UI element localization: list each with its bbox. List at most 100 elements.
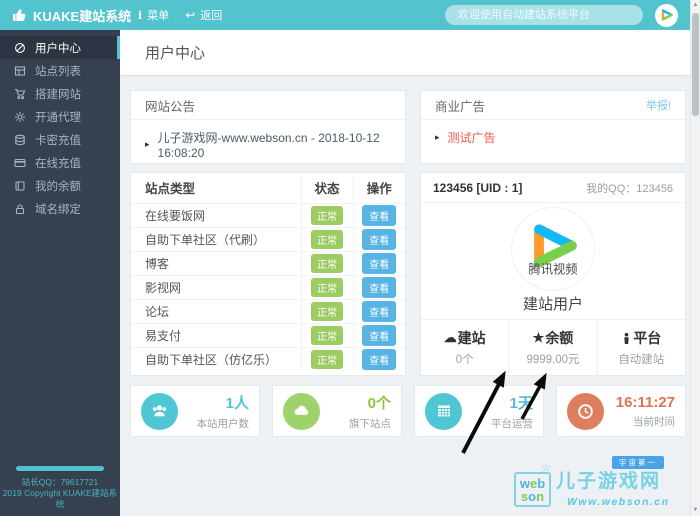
cart-icon bbox=[15, 88, 26, 99]
sidebar-item-card-recharge[interactable]: 卡密充值 bbox=[0, 128, 120, 151]
sidebar: 用户中心 站点列表 搭建网站 开通代理 卡密充值 在线充值 我的余额 域名绑定 … bbox=[0, 30, 120, 516]
ad-panel-header: 商业广告 举报! bbox=[421, 91, 685, 120]
sidebar-item-site-list[interactable]: 站点列表 bbox=[0, 59, 120, 82]
person-icon bbox=[624, 332, 630, 344]
status-badge: 正常 bbox=[311, 325, 343, 345]
sidebar-item-agent[interactable]: 开通代理 bbox=[0, 105, 120, 128]
status-badge: 正常 bbox=[311, 277, 343, 297]
card-label: 当前时间 bbox=[633, 415, 675, 428]
view-button[interactable]: 查看 bbox=[362, 252, 397, 274]
notice-panel: 网站公告 ▸ 儿子游戏网-www.webson.cn - 2018-10-12 … bbox=[130, 90, 406, 164]
sidebar-footer-bar bbox=[16, 466, 104, 471]
site-list-icon bbox=[14, 65, 26, 76]
table-row: 影视网 正常 查看 bbox=[131, 275, 405, 300]
search-input[interactable] bbox=[445, 5, 643, 25]
user-avatar-large[interactable]: 腾讯视频 bbox=[512, 208, 594, 290]
view-button[interactable]: 查看 bbox=[362, 228, 397, 250]
view-button[interactable]: 查看 bbox=[362, 276, 397, 298]
stat-label-text: 余额 bbox=[545, 330, 574, 346]
card-label: 本站用户数 bbox=[196, 417, 250, 430]
user-role: 建站用户 bbox=[522, 296, 583, 313]
my-qq-text: 我的QQ：123456 bbox=[586, 182, 673, 195]
table-row: 论坛 正常 查看 bbox=[131, 299, 405, 324]
dashboard-icon bbox=[15, 42, 25, 53]
webson-logo: web son bbox=[514, 472, 551, 507]
user-avatar-small[interactable] bbox=[655, 3, 678, 27]
page-scrollbar[interactable]: ▲ ▼ bbox=[690, 0, 700, 516]
menu-button[interactable]: i 菜单 bbox=[138, 7, 169, 23]
ad-title: 商业广告 bbox=[435, 99, 486, 114]
site-watermark: 宇宙第一 ☆ web son 儿子游戏网 Www.webson.cn bbox=[514, 454, 684, 510]
scroll-down-arrow-icon[interactable]: ▼ bbox=[691, 505, 700, 516]
sidebar-item-user-center[interactable]: 用户中心 bbox=[0, 36, 120, 59]
table-header-row: 站点类型 状态 操作 bbox=[131, 173, 405, 204]
users-icon bbox=[152, 404, 167, 416]
user-panel-header: 123456 [UID : 1] 我的QQ：123456 bbox=[421, 173, 685, 203]
stat-value: 自动建站 bbox=[618, 354, 665, 366]
card-users: 1人 本站用户数 bbox=[130, 385, 260, 437]
report-link[interactable]: 举报! bbox=[646, 97, 671, 113]
back-label: 返回 bbox=[200, 10, 223, 22]
card-value: 16:11:27 bbox=[615, 393, 675, 411]
view-button[interactable]: 查看 bbox=[362, 300, 397, 322]
back-button[interactable]: ↩ 返回 bbox=[185, 7, 222, 23]
view-button[interactable]: 查看 bbox=[362, 348, 397, 370]
tencent-video-logo-icon: 腾讯视频 bbox=[528, 224, 578, 277]
bullet-icon: ▸ bbox=[145, 139, 150, 149]
sidebar-item-label: 卡密充值 bbox=[35, 134, 81, 147]
site-name: 在线要饭网 bbox=[131, 203, 301, 228]
user-panel-body: 腾讯视频 建站用户 bbox=[421, 203, 685, 319]
logo-line2: son bbox=[520, 488, 545, 504]
stat-balance: ★ 余额 9999.00元 bbox=[508, 320, 596, 375]
sidebar-item-my-balance[interactable]: 我的余额 bbox=[0, 174, 120, 197]
status-badge: 正常 bbox=[311, 205, 343, 225]
notice-title: 网站公告 bbox=[145, 99, 196, 114]
webmaster-qq: 站长QQ：79617721 bbox=[21, 477, 99, 487]
lock-icon bbox=[15, 203, 25, 214]
sidebar-item-label: 域名绑定 bbox=[35, 203, 81, 216]
sidebar-item-build-site[interactable]: 搭建网站 bbox=[0, 82, 120, 105]
stat-value: 0个 bbox=[455, 354, 474, 366]
view-button[interactable]: 查看 bbox=[362, 204, 397, 226]
stat-label-text: 平台 bbox=[633, 330, 662, 346]
copyright: 2019 Copyright KUAKE建站系统 bbox=[2, 488, 118, 509]
table-row: 博客 正常 查看 bbox=[131, 251, 405, 276]
sidebar-item-label: 站点列表 bbox=[35, 65, 81, 78]
sidebar-item-label: 用户中心 bbox=[35, 42, 81, 55]
main-content: 用户中心 网站公告 ▸ 儿子游戏网-www.webson.cn - 2018-1… bbox=[120, 30, 690, 516]
stat-label-text: 建站 bbox=[457, 330, 486, 346]
scrollbar-thumb[interactable] bbox=[692, 13, 699, 116]
stat-platform: 平台 自动建站 bbox=[596, 320, 685, 375]
app-logo[interactable]: KUAKE建站系统 bbox=[0, 6, 131, 25]
col-header-action: 操作 bbox=[352, 173, 405, 204]
bullet-icon: ▸ bbox=[435, 132, 440, 142]
notice-item-link[interactable]: 儿子游戏网-www.webson.cn - 2018-10-12 16:08:2… bbox=[158, 129, 391, 160]
ad-panel: 商业广告 举报! ▸ 测试广告 bbox=[420, 90, 686, 164]
cloud-icon bbox=[294, 405, 308, 415]
status-badge: 正常 bbox=[311, 229, 343, 249]
site-name: 自助下单社区（代刷） bbox=[131, 227, 301, 252]
star-icon: ★ bbox=[532, 330, 545, 345]
site-name: 自助下单社区（仿亿乐） bbox=[145, 352, 278, 367]
table-row: 易支付 正常 查看 bbox=[131, 323, 405, 348]
user-panel: 123456 [UID : 1] 我的QQ：123456 腾讯视频 建站用户 ☁… bbox=[420, 172, 686, 376]
sidebar-item-domain-bind[interactable]: 域名绑定 bbox=[0, 197, 120, 220]
card-label: 旗下站点 bbox=[349, 417, 391, 430]
ad-item-link[interactable]: 测试广告 bbox=[448, 129, 496, 146]
notice-panel-header: 网站公告 bbox=[131, 91, 405, 120]
calendar-icon bbox=[437, 405, 450, 417]
thumbs-up-icon bbox=[13, 9, 26, 21]
status-badge: 正常 bbox=[311, 253, 343, 273]
card-value: 1天 bbox=[509, 394, 533, 412]
status-badge: 正常 bbox=[311, 301, 343, 321]
scroll-up-arrow-icon[interactable]: ▲ bbox=[691, 0, 700, 11]
credit-card-icon bbox=[14, 158, 26, 167]
view-button[interactable]: 查看 bbox=[362, 324, 397, 346]
coins-icon bbox=[15, 134, 25, 145]
user-stats: ☁ 建站 0个 ★ 余额 9999.00元 平台 自动建站 bbox=[421, 319, 685, 375]
watermark-url: Www.webson.cn bbox=[567, 496, 670, 508]
sidebar-item-label: 在线充值 bbox=[35, 157, 81, 170]
sidebar-item-label: 我的余额 bbox=[35, 180, 81, 193]
table-row: 自助下单社区（仿亿乐） 正常 查看 bbox=[131, 347, 405, 371]
sidebar-item-online-recharge[interactable]: 在线充值 bbox=[0, 151, 120, 174]
